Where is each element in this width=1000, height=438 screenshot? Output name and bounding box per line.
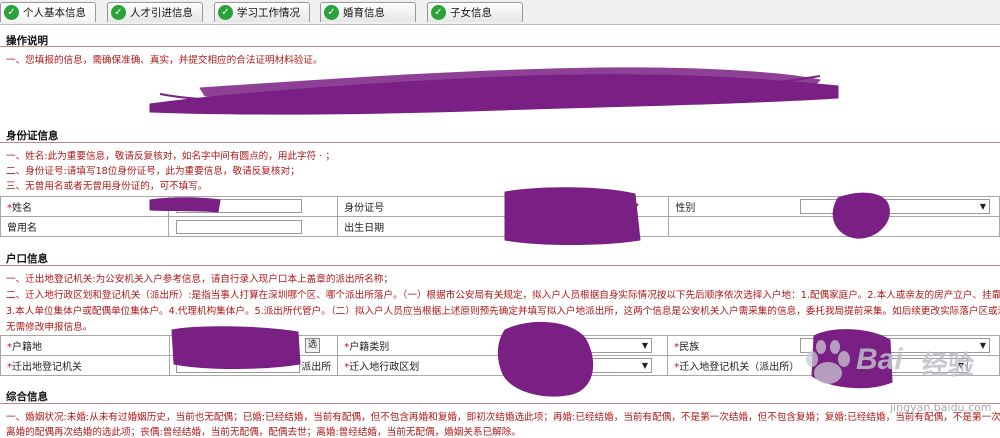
watermark-url: jingyan.baidu.com: [890, 401, 992, 414]
redaction-scribble: [149, 197, 221, 213]
paw-icon: [806, 340, 850, 384]
baidu-watermark: Bai 经验 jingyan.baidu.com: [798, 335, 1000, 431]
watermark-brand: Bai: [856, 343, 903, 376]
watermark-brand-cn: 经验: [922, 351, 975, 381]
redaction-scribble: [497, 321, 594, 397]
redaction-scribble: [832, 192, 890, 239]
